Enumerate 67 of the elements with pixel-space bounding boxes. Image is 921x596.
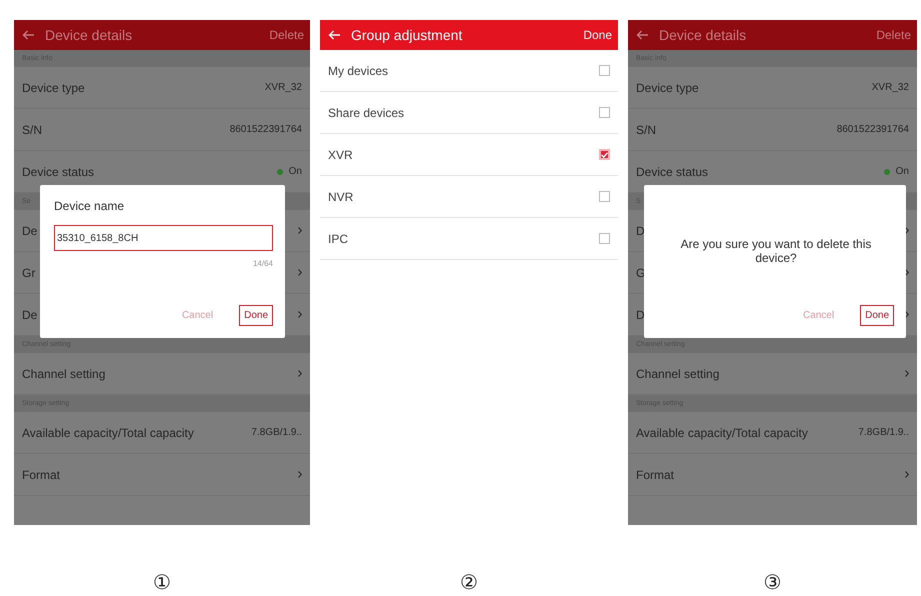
step-number: ② [460,571,478,595]
row-label: De [22,224,38,238]
group-option[interactable]: Share devices [320,92,618,134]
group-option[interactable]: NVR [320,176,618,218]
row-label: Channel setting [636,366,720,380]
checkbox[interactable] [599,191,610,202]
done-button[interactable]: Done [239,305,273,326]
row-label: D [636,224,645,238]
settings-row[interactable]: Available capacity/Total capacity 7.8GB/1.9.. [14,412,310,454]
settings-row[interactable]: Format [628,454,917,496]
row-value: XVR_32 [872,82,909,93]
option-label: NVR [328,190,354,204]
option-label: IPC [328,232,348,246]
row-label: Available capacity/Total capacity [636,426,808,440]
row-value: 7.8GB/1.9.. [251,427,302,438]
checkbox[interactable] [599,107,610,118]
checkbox[interactable] [599,233,610,244]
row-label: Format [636,468,674,482]
option-label: My devices [328,64,388,78]
header-action[interactable]: Delete [269,28,304,42]
done-button[interactable]: Done [860,305,894,326]
option-label: Share devices [328,106,404,120]
screen-title: Group adjustment [351,27,464,43]
settings-row[interactable]: S/N 8601522391764 [14,109,310,151]
input-field[interactable]: 35310_6158_8CH [54,225,273,251]
row-label: Format [22,468,60,482]
row-label: S/N [636,122,656,136]
checkbox[interactable] [599,65,610,76]
header-action[interactable]: Delete [876,28,911,42]
row-value: 8601522391764 [230,124,302,135]
settings-row[interactable]: S/N 8601522391764 [628,109,917,151]
row-label: Channel setting [22,366,106,380]
screen-title: Device details [659,27,748,43]
row-label: Device status [636,164,708,178]
back-arrow-icon[interactable] [636,30,649,40]
settings-row[interactable]: Device type XVR_32 [14,67,310,109]
screen-title: Device details [45,27,134,43]
group-option[interactable]: IPC [320,218,618,260]
header-action[interactable]: Done [583,28,612,42]
checkbox[interactable] [599,149,610,160]
settings-row[interactable]: Available capacity/Total capacity 7.8GB/1.9.. [628,412,917,454]
back-arrow-icon[interactable] [22,30,35,40]
settings-row[interactable]: Device type XVR_32 [628,67,917,109]
row-label: Device status [22,164,94,178]
row-label: Available capacity/Total capacity [22,426,194,440]
settings-row[interactable]: Format [14,454,310,496]
status-dot [884,168,890,174]
row-value: 7.8GB/1.9.. [858,427,909,438]
option-label: XVR [328,148,353,162]
status-dot [276,168,283,174]
row-label: Device type [636,80,699,94]
row-value: XVR_32 [264,82,302,93]
row-label: Gr [22,266,36,280]
row-label: S/N [22,122,42,136]
character-counter: 14/64 [252,259,273,268]
step-number: ① [153,571,171,595]
row-label: De [22,308,38,322]
step-number: ③ [764,571,782,595]
row-value: On [896,166,909,177]
group-option[interactable]: My devices [320,50,618,92]
row-label: Device type [22,80,85,94]
dialog-title: Device name [54,199,126,213]
row-value: 8601522391764 [836,124,909,135]
row-value: On [288,166,302,177]
row-label: D [636,308,645,322]
dialog-message: Are you sure you want to delete this device? [680,237,872,265]
group-option[interactable]: XVR [320,134,618,176]
